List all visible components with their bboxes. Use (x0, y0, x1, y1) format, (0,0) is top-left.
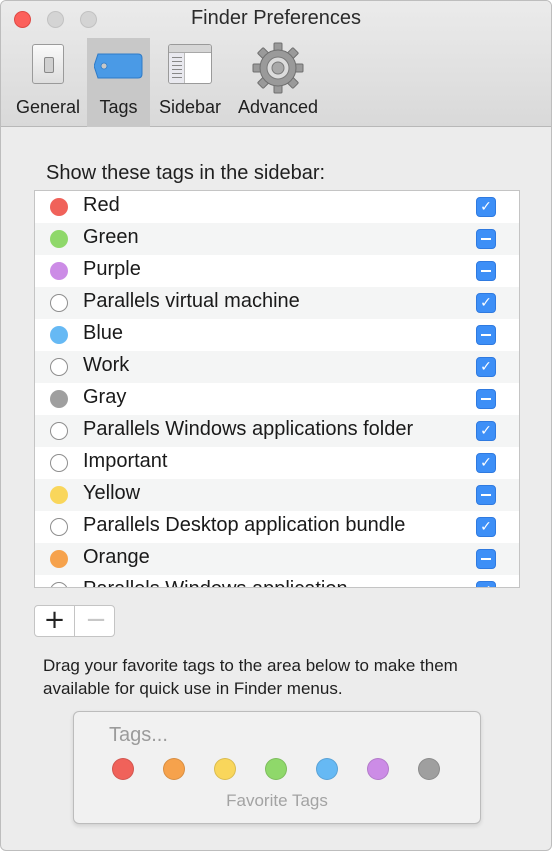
favorite-tag-dot[interactable] (214, 758, 236, 780)
tag-row[interactable]: Parallels virtual machine ✓ (35, 287, 519, 319)
tag-row[interactable]: Important ✓ (35, 447, 519, 479)
tag-color-dot (50, 358, 68, 376)
tag-color-dot (50, 390, 68, 408)
favorite-tag-dot[interactable] (418, 758, 440, 780)
favorite-tags-area[interactable]: Tags... Favorite Tags (73, 711, 481, 824)
light-switch-icon (32, 44, 64, 84)
tag-visibility-checkbox[interactable] (476, 549, 496, 569)
tag-row[interactable]: Purple (35, 255, 519, 287)
favorites-description: Drag your favorite tags to the area belo… (43, 656, 458, 698)
tag-row[interactable]: Work ✓ (35, 351, 519, 383)
tag-visibility-checkbox[interactable] (476, 389, 496, 409)
tag-color-dot (50, 294, 68, 312)
favorites-caption: Favorite Tags (226, 791, 328, 810)
window-title: Finder Preferences (190, 7, 362, 29)
tag-name: Parallels Windows application (83, 578, 348, 587)
favorites-placeholder: Tags... (109, 724, 168, 746)
favorite-tag-dot[interactable] (367, 758, 389, 780)
tab-sidebar[interactable]: Sidebar (153, 38, 227, 127)
tag-color-dot (50, 582, 68, 587)
favorite-tag-dot[interactable] (112, 758, 134, 780)
tag-color-dot (50, 262, 68, 280)
favorite-tag-dot[interactable] (163, 758, 185, 780)
tag-visibility-checkbox[interactable] (476, 229, 496, 249)
tag-row[interactable]: Green (35, 223, 519, 255)
tag-row[interactable]: Blue (35, 319, 519, 351)
tag-row[interactable]: Orange (35, 543, 519, 575)
tag-row[interactable]: Parallels Desktop application bundle ✓ (35, 511, 519, 543)
tag-visibility-checkbox[interactable]: ✓ (476, 581, 496, 587)
tag-name: Red (83, 194, 120, 216)
tags-pane: Show these tags in the sidebar: Red ✓ Gree… (1, 128, 551, 850)
tab-sidebar-label: Sidebar (158, 97, 222, 117)
tag-color-dot (50, 518, 68, 536)
tag-name: Orange (83, 546, 150, 568)
tag-row[interactable]: Gray (35, 383, 519, 415)
tab-tags[interactable]: Tags (87, 38, 150, 127)
tag-name: Green (83, 226, 139, 248)
tab-advanced[interactable]: Advanced (231, 38, 325, 127)
tag-name: Parallels Desktop application bundle (83, 514, 406, 536)
add-tag-button[interactable]: + (35, 606, 75, 636)
tag-name: Blue (83, 322, 124, 344)
section-title: Show these tags in the sidebar: (46, 162, 326, 184)
finder-preferences-window: Finder Preferences General Tags Sidebar … (0, 0, 552, 851)
tag-visibility-checkbox[interactable] (476, 261, 496, 281)
tag-name: Work (83, 354, 130, 376)
tag-color-dot (50, 422, 68, 440)
tag-row[interactable]: Red ✓ (35, 191, 519, 223)
tag-name: Gray (83, 386, 127, 408)
tab-general[interactable]: General (9, 38, 87, 127)
tag-name: Yellow (83, 482, 141, 504)
tag-color-dot (50, 326, 68, 344)
tag-name: Parallels virtual machine (83, 290, 300, 312)
favorite-tag-dot[interactable] (316, 758, 338, 780)
favorite-tag-dot[interactable] (265, 758, 287, 780)
tag-list[interactable]: Red ✓ Green Purple Parallels virtual machine… (34, 190, 520, 588)
remove-tag-button[interactable]: − (76, 606, 114, 636)
tag-color-dot (50, 198, 68, 216)
tag-visibility-checkbox[interactable]: ✓ (476, 453, 496, 473)
tab-tags-label: Tags (99, 97, 138, 117)
tag-visibility-checkbox[interactable]: ✓ (476, 517, 496, 537)
tag-name: Parallels Windows applications folder (83, 418, 414, 440)
tag-visibility-checkbox[interactable]: ✓ (476, 293, 496, 313)
tag-visibility-checkbox[interactable]: ✓ (476, 197, 496, 217)
tab-advanced-label: Advanced (237, 97, 319, 117)
tag-color-dot (50, 550, 68, 568)
gear-icon (252, 42, 304, 94)
tag-visibility-checkbox[interactable] (476, 325, 496, 345)
tag-visibility-checkbox[interactable] (476, 485, 496, 505)
add-remove-control: + − (34, 605, 115, 637)
titlebar-toolbar: Finder Preferences General Tags Sidebar … (1, 1, 551, 127)
sidebar-window-icon (168, 44, 212, 84)
tag-visibility-checkbox[interactable]: ✓ (476, 357, 496, 377)
tag-visibility-checkbox[interactable]: ✓ (476, 421, 496, 441)
tag-name: Purple (83, 258, 141, 280)
tag-icon (93, 53, 142, 79)
tag-row[interactable]: Yellow (35, 479, 519, 511)
tag-name: Important (83, 450, 168, 472)
tag-color-dot (50, 486, 68, 504)
tag-color-dot (50, 454, 68, 472)
tab-general-label: General (15, 97, 81, 117)
tag-row[interactable]: Parallels Windows applications folder ✓ (35, 415, 519, 447)
tag-color-dot (50, 230, 68, 248)
tag-row[interactable]: Parallels Windows application ✓ (35, 575, 519, 587)
